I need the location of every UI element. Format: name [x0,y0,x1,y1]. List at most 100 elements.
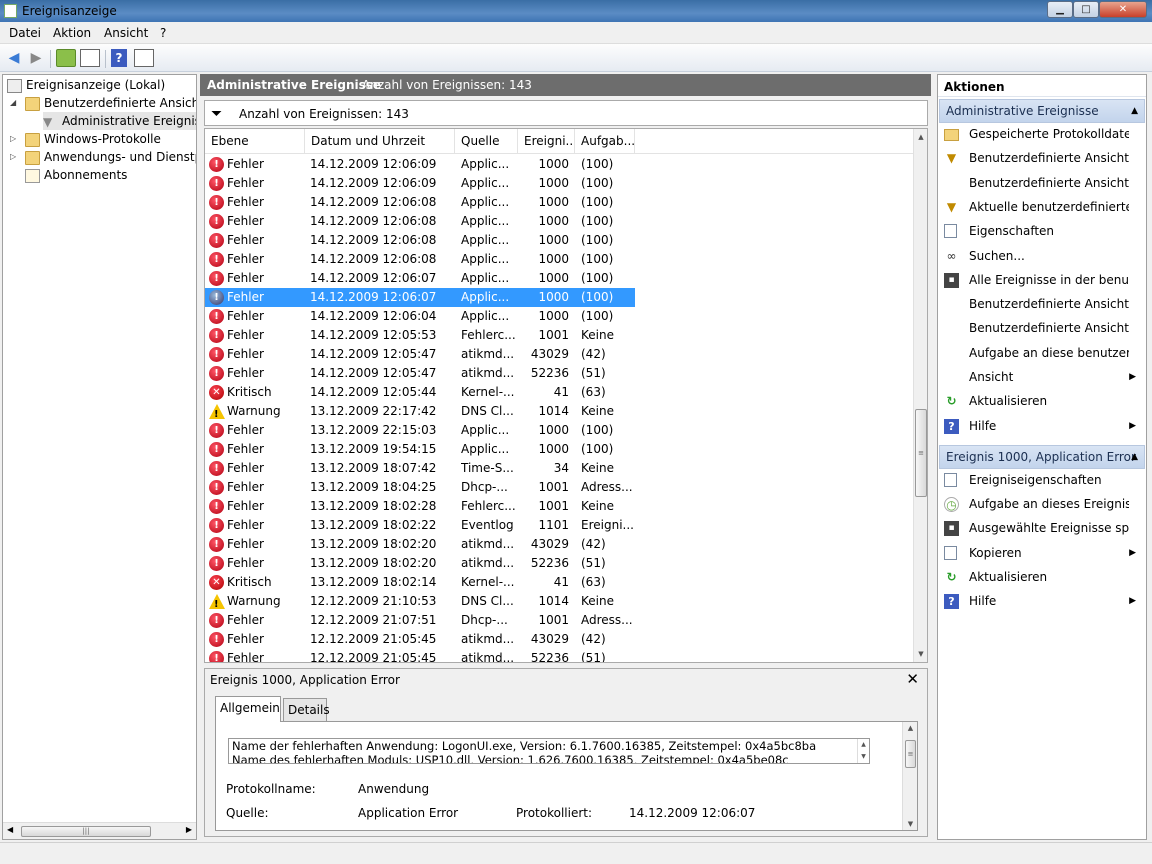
table-row[interactable]: ! Fehler 13.12.2009 18:02:22 Eventlog 1101 Er… [205,516,635,535]
grid-scroll-thumb[interactable]: ≡ [915,409,927,497]
tree-horizontal-scrollbar[interactable]: ◀ ||| ▶ [3,822,196,839]
action-item[interactable]: Aufgabe an diese benutzer... [938,342,1144,365]
menu-help[interactable]: ? [160,26,166,40]
detail-close-icon[interactable]: ✕ [906,670,919,688]
column-header-source[interactable]: Quelle [455,129,518,154]
minimize-button[interactable]: ▁ [1047,1,1073,18]
table-row[interactable]: ! Fehler 14.12.2009 12:05:47 atikmd... 43029… [205,345,635,364]
table-row[interactable]: ! Fehler 13.12.2009 18:04:25 Dhcp-... 1001 Ad… [205,478,635,497]
expand-triangle-icon[interactable]: ▷ [10,148,16,166]
table-row[interactable]: ! Warnung 13.12.2009 22:17:42 DNS Cl... 1014… [205,402,635,421]
action-item[interactable]: Ereigniseigenschaften [938,469,1144,492]
action-item[interactable]: ▼ Aktuelle benutzerdefinierte ... [938,196,1144,219]
tree-scroll-thumb[interactable]: ||| [21,826,151,837]
action-item[interactable]: ↻ Aktualisieren [938,390,1144,413]
table-row[interactable]: ! Warnung 12.12.2009 21:10:53 DNS Cl... 1014… [205,592,635,611]
action-item[interactable]: Ansicht ▶ [938,366,1144,389]
actions-section-event[interactable]: Ereignis 1000, Application Error ▲ [939,445,1145,469]
table-row[interactable]: ! Fehler 13.12.2009 18:07:42 Time-S... 34 Kei… [205,459,635,478]
table-row[interactable]: ! Fehler 13.12.2009 18:02:20 atikmd... 52236… [205,554,635,573]
table-row[interactable]: ! Fehler 14.12.2009 12:06:04 Applic... 1000 (… [205,307,635,326]
back-arrow-icon[interactable]: ◀ [4,48,24,68]
table-row[interactable]: ! Fehler 14.12.2009 12:06:09 Applic... 1000 (… [205,155,635,174]
show-hide-action-pane-icon[interactable] [134,49,154,67]
table-row[interactable]: ! Fehler 13.12.2009 19:54:15 Applic... 1000 (… [205,440,635,459]
action-item[interactable]: Benutzerdefinierte Ansicht i... [938,172,1144,195]
tree-root[interactable]: Ereignisanzeige (Lokal) [7,76,165,94]
collapse-arrow-icon[interactable]: ▲ [1131,446,1138,468]
action-item[interactable]: ▪ Alle Ereignisse in der benut... [938,269,1144,292]
show-hide-tree-icon[interactable] [80,49,100,67]
forward-arrow-icon[interactable]: ▶ [26,48,46,68]
actions-section-admin-events[interactable]: Administrative Ereignisse ▲ [939,99,1145,123]
menu-datei[interactable]: Datei [9,26,41,40]
table-row[interactable]: ! Fehler 14.12.2009 12:06:09 Applic... 1000 (… [205,174,635,193]
expand-triangle-icon[interactable]: ▷ [10,130,16,148]
tree-windows-logs[interactable]: Windows-Protokolle [25,130,161,148]
table-row[interactable]: ! Fehler 13.12.2009 18:02:20 atikmd... 43029… [205,535,635,554]
maximize-button[interactable]: □ [1073,1,1099,18]
tree-windows-logs-label: Windows-Protokolle [44,132,161,146]
help-icon[interactable]: ? [111,49,127,67]
table-row[interactable]: ! Fehler 14.12.2009 12:05:47 atikmd... 52236… [205,364,635,383]
up-folder-icon[interactable] [56,49,76,67]
tree-admin-events[interactable]: ▼ Administrative Ereignisse [43,112,196,130]
collapse-arrow-icon[interactable]: ▲ [1131,100,1138,122]
table-row[interactable]: ! Fehler 14.12.2009 12:06:07 Applic... 1000 (… [205,288,635,307]
action-item[interactable]: ↻ Aktualisieren [938,566,1144,589]
folder-open-icon [944,129,959,141]
column-header-level[interactable]: Ebene [205,129,305,154]
tree-app-services[interactable]: Anwendungs- und Dienstprotokolle [25,148,196,166]
table-row[interactable]: ! Fehler 14.12.2009 12:06:07 Applic... 1000 (… [205,269,635,288]
scroll-up-icon[interactable]: ▲ [914,129,927,145]
menu-aktion[interactable]: Aktion [53,26,91,40]
action-item[interactable]: Benutzerdefinierte Ansicht ... [938,317,1144,340]
menu-ansicht[interactable]: Ansicht [104,26,148,40]
action-item[interactable]: ? Hilfe ▶ [938,415,1144,438]
collapse-triangle-icon[interactable]: ◢ [10,94,16,112]
action-item[interactable]: ◷ Aufgabe an dieses Ereignis ... [938,493,1144,516]
grid-vertical-scrollbar[interactable]: ▲ ≡ ▼ [913,129,927,662]
column-header-task[interactable]: Aufgab... [575,129,635,154]
tree-custom-views[interactable]: Benutzerdefinierte Ansichten [25,94,196,112]
title-bar[interactable]: Ereignisanzeige ▁ □ ✕ [0,0,1152,22]
action-item[interactable]: ▼ Benutzerdefinierte Ansicht ... [938,147,1144,170]
table-row[interactable]: ! Fehler 12.12.2009 21:07:51 Dhcp-... 1001 Ad… [205,611,635,630]
table-row[interactable]: ! Fehler 13.12.2009 22:15:03 Applic... 1000 (… [205,421,635,440]
event-message-box[interactable]: Name der fehlerhaften Anwendung: LogonUI… [228,738,870,764]
close-button[interactable]: ✕ [1099,1,1147,18]
scroll-down-icon[interactable]: ▼ [903,820,918,828]
scroll-up-icon[interactable]: ▲ [903,724,918,732]
action-item[interactable]: ∞ Suchen... [938,245,1144,268]
tab-general[interactable]: Allgemein [215,696,281,722]
table-row[interactable]: ! Fehler 14.12.2009 12:06:08 Applic... 1000 (… [205,193,635,212]
action-item[interactable]: Benutzerdefinierte Ansicht ... [938,293,1144,316]
table-row[interactable]: ! Fehler 12.12.2009 21:05:45 atikmd... 43029… [205,630,635,649]
table-row[interactable]: ✕ Kritisch 13.12.2009 18:02:14 Kernel-... 41… [205,573,635,592]
table-row[interactable]: ! Fehler 14.12.2009 12:06:08 Applic... 1000 (… [205,231,635,250]
scroll-down-icon[interactable]: ▼ [914,646,927,662]
table-row[interactable]: ! Fehler 14.12.2009 12:06:08 Applic... 1000 (… [205,212,635,231]
action-item[interactable]: Kopieren ▶ [938,542,1144,565]
action-item[interactable]: ? Hilfe ▶ [938,590,1144,613]
toolbar-separator [50,50,51,68]
table-row[interactable]: ! Fehler 14.12.2009 12:06:08 Applic... 1000 (… [205,250,635,269]
table-row[interactable]: ✕ Kritisch 14.12.2009 12:05:44 Kernel-... 41… [205,383,635,402]
table-row[interactable]: ! Fehler 12.12.2009 21:05:45 atikmd... 52236… [205,649,635,662]
level-cell: Fehler [227,556,264,570]
message-scrollbar[interactable]: ▲ ▼ [857,739,869,763]
column-header-datetime[interactable]: Datum und Uhrzeit [305,129,455,154]
action-item[interactable]: Eigenschaften [938,220,1144,243]
tree-subscriptions[interactable]: Abonnements [25,166,127,184]
tab-details[interactable]: Details [283,698,330,722]
table-row[interactable]: ! Fehler 14.12.2009 12:05:53 Fehlerc... 1001… [205,326,635,345]
scroll-right-icon[interactable]: ▶ [186,825,192,834]
detail-scroll-thumb[interactable]: ≡ [905,740,916,768]
action-item[interactable]: Gespeicherte Protokolldatei... [938,123,1144,146]
column-header-event-id[interactable]: Ereigni... [518,129,575,154]
detail-vertical-scrollbar[interactable]: ▲ ≡ ▼ [902,722,917,830]
table-row[interactable]: ! Fehler 13.12.2009 18:02:28 Fehlerc... 1001… [205,497,635,516]
level-cell: Fehler [227,499,264,513]
scroll-left-icon[interactable]: ◀ [7,825,13,834]
action-item[interactable]: ▪ Ausgewählte Ereignisse spe... [938,517,1144,540]
